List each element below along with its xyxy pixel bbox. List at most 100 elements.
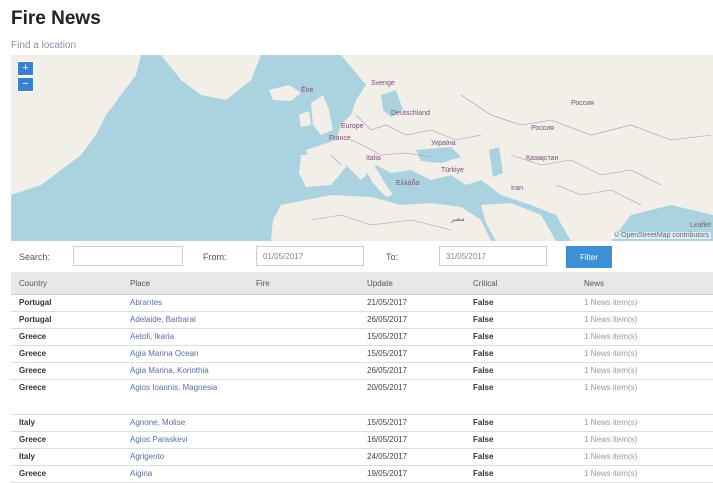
search-input[interactable] (73, 246, 183, 266)
cell-critical: False (465, 311, 576, 329)
cell-critical: False (465, 294, 576, 312)
map-label: Türkiye (441, 167, 464, 174)
map-label: France (329, 135, 351, 142)
cell-place[interactable]: Agios Paraskevi (122, 431, 248, 449)
cell-fire (248, 414, 359, 432)
filter-bar: Search: From: To: Filter (11, 244, 713, 270)
cell-country: Portugal (11, 294, 122, 312)
cell-critical: False (465, 448, 576, 466)
cell-place[interactable]: Agia Marina, Korinthia (122, 362, 248, 380)
cell-news[interactable]: 1 News item(s) (576, 431, 713, 449)
cell-place[interactable]: Agnone, Molise (122, 414, 248, 432)
table-row[interactable]: Greece Aetoli, Ikaria 15/05/2017 False 1… (11, 328, 713, 346)
cell-news[interactable]: 1 News item(s) (576, 414, 713, 432)
table-row[interactable]: Greece Agios Paraskevi 16/05/2017 False … (11, 431, 713, 449)
cell-critical: False (465, 414, 576, 432)
column-header-fire[interactable]: Fire (248, 272, 359, 295)
zoom-in-button[interactable]: + (17, 61, 34, 76)
cell-country: Italy (11, 448, 122, 466)
cell-place[interactable]: Aetoli, Ikaria (122, 328, 248, 346)
cell-update: 26/05/2017 (359, 311, 465, 329)
cell-place[interactable]: Adelaide, Barbaral (122, 311, 248, 329)
cell-update: 24/05/2017 (359, 448, 465, 466)
cell-country: Greece (11, 431, 122, 449)
map-label: Éire (301, 87, 314, 94)
cell-fire (248, 294, 359, 312)
map-label: Россия (571, 100, 594, 107)
map-label: Россия (531, 125, 554, 132)
cell-news[interactable]: 1 News item(s) (576, 294, 713, 312)
page-title: Fire News (11, 8, 101, 29)
cell-place[interactable]: Abrantes (122, 294, 248, 312)
cell-update: 15/05/2017 (359, 328, 465, 346)
from-date-input[interactable] (256, 246, 364, 266)
map-attribution[interactable]: © OpenStreetMap contributors (611, 232, 711, 239)
map-label: Қазақстан (526, 155, 559, 162)
find-location-link[interactable]: Find a location (11, 40, 76, 51)
table-row[interactable]: Greece Agia Marina Ocean 15/05/2017 Fals… (11, 345, 713, 363)
cell-update: 15/05/2017 (359, 414, 465, 432)
table-row[interactable]: Italy Agnone, Molise 15/05/2017 False 1 … (11, 414, 713, 432)
map-tiles (11, 55, 713, 241)
cell-news[interactable]: 1 News item(s) (576, 328, 713, 346)
table-row[interactable]: Greece Agia Marina, Korinthia 26/05/2017… (11, 362, 713, 380)
cell-critical: False (465, 328, 576, 346)
cell-update: 21/05/2017 (359, 294, 465, 312)
map-label: مصر (451, 216, 465, 223)
map-label: Europe (341, 123, 364, 130)
cell-place[interactable]: Agrigento (122, 448, 248, 466)
cell-critical: False (465, 345, 576, 363)
map-label: Italia (366, 155, 381, 162)
cell-news[interactable]: 1 News item(s) (576, 362, 713, 380)
cell-news[interactable]: 1 News item(s) (576, 311, 713, 329)
cell-fire (248, 448, 359, 466)
cell-place[interactable]: Agios Ioannis, Magnesia (122, 379, 248, 415)
column-header-country[interactable]: Country (11, 272, 122, 295)
table-row[interactable]: Portugal Abrantes 21/05/2017 False 1 New… (11, 294, 713, 312)
cell-fire (248, 311, 359, 329)
cell-critical: False (465, 431, 576, 449)
table-row[interactable]: Portugal Adelaide, Barbaral 26/05/2017 F… (11, 311, 713, 329)
map-attribution-leaflet[interactable]: Leaflet (690, 222, 711, 229)
cell-country: Portugal (11, 311, 122, 329)
cell-news[interactable]: 1 News item(s) (576, 379, 713, 415)
cell-country: Greece (11, 345, 122, 363)
to-label: To: (386, 252, 399, 262)
table-header: Country Place Fire Update Critical News (11, 272, 713, 295)
cell-news[interactable]: 1 News item(s) (576, 345, 713, 363)
cell-fire (248, 431, 359, 449)
cell-update: 20/05/2017 (359, 379, 465, 415)
filter-button[interactable]: Filter (566, 246, 612, 268)
map-label: Ελλάδα (396, 180, 420, 187)
map[interactable]: Éire Россия Deutschland Türkiye Україна … (11, 55, 713, 241)
cell-critical: False (465, 362, 576, 380)
map-label: Україна (431, 140, 456, 147)
cell-country: Italy (11, 414, 122, 432)
cell-fire (248, 362, 359, 380)
column-header-place[interactable]: Place (122, 272, 248, 295)
cell-country: Greece (11, 379, 122, 415)
cell-fire (248, 328, 359, 346)
zoom-out-button[interactable]: − (17, 77, 34, 92)
cell-update: 15/05/2017 (359, 345, 465, 363)
cell-place[interactable]: Agia Marina Ocean (122, 345, 248, 363)
column-header-news[interactable]: News (576, 272, 713, 295)
cell-fire (248, 379, 359, 415)
column-header-critical[interactable]: Critical (465, 272, 576, 295)
cell-critical: False (465, 379, 576, 415)
cell-update: 16/05/2017 (359, 431, 465, 449)
column-header-update[interactable]: Update (359, 272, 465, 295)
map-label: Sverige (371, 80, 395, 87)
to-date-input[interactable] (439, 246, 547, 266)
cell-news[interactable]: 1 News item(s) (576, 448, 713, 466)
cell-update: 26/05/2017 (359, 362, 465, 380)
table-row[interactable]: Italy Agrigento 24/05/2017 False 1 News … (11, 448, 713, 466)
map-label: İran (511, 185, 524, 192)
table-row[interactable]: Greece Agios Ioannis, Magnesia 20/05/201… (11, 379, 713, 415)
zoom-control: + − (17, 61, 34, 93)
fire-news-table: Country Place Fire Update Critical News … (11, 272, 713, 483)
cell-country: Greece (11, 328, 122, 346)
cell-fire (248, 345, 359, 363)
search-label: Search: (19, 252, 51, 262)
map-label: Deutschland (391, 110, 430, 117)
